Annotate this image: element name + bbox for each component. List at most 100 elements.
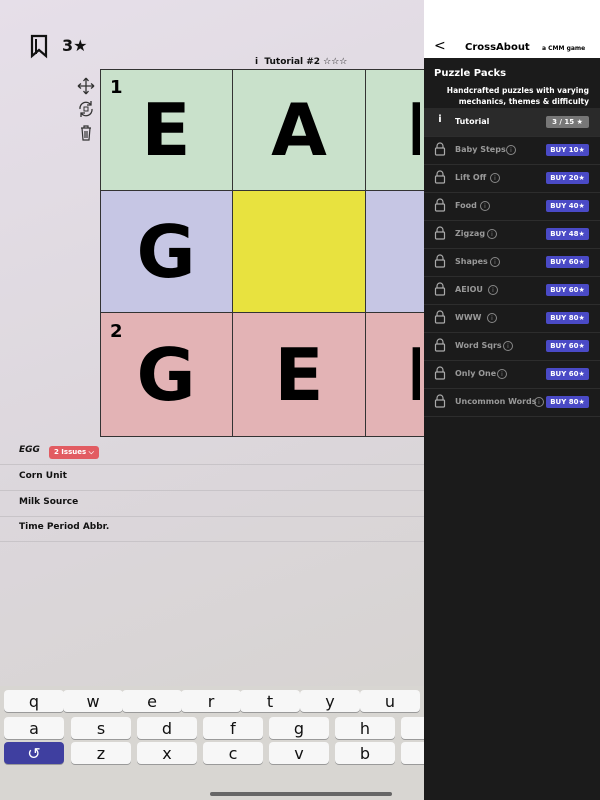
key-c[interactable]: c bbox=[203, 742, 263, 764]
back-icon[interactable]: < bbox=[434, 38, 446, 54]
key-e[interactable]: e bbox=[122, 690, 182, 712]
key-g[interactable]: g bbox=[269, 717, 329, 739]
pack-shapes[interactable]: Shapes i BUY 60★ bbox=[424, 248, 600, 277]
pack-food[interactable]: Food i BUY 40★ bbox=[424, 192, 600, 221]
pack-word-sqrs[interactable]: Word Sqrs i BUY 60★ bbox=[424, 332, 600, 361]
rotate-icon[interactable] bbox=[76, 99, 96, 119]
lock-icon bbox=[434, 394, 446, 408]
pack-aeiou[interactable]: AEIOU i BUY 60★ bbox=[424, 276, 600, 305]
buy-button[interactable]: BUY 60★ bbox=[546, 368, 589, 380]
buy-button[interactable]: BUY 80★ bbox=[546, 396, 589, 408]
cell-letter: A bbox=[271, 87, 327, 172]
key-partial[interactable] bbox=[401, 742, 424, 764]
buy-button[interactable]: BUY 60★ bbox=[546, 340, 589, 352]
info-icon[interactable]: i bbox=[255, 57, 258, 67]
app-subtitle: a CMM game bbox=[542, 45, 586, 52]
lock-icon bbox=[434, 226, 446, 240]
buy-button[interactable]: BUY 60★ bbox=[546, 256, 589, 268]
pack-zigzag[interactable]: Zigzag i BUY 48★ bbox=[424, 220, 600, 249]
info-icon[interactable]: i bbox=[487, 313, 497, 323]
lock-icon bbox=[434, 310, 446, 324]
issues-badge[interactable]: 2 Issues ⌵ bbox=[49, 446, 99, 459]
key-y[interactable]: y bbox=[300, 690, 360, 712]
undo-key[interactable]: ↺ bbox=[4, 742, 64, 764]
key-t[interactable]: t bbox=[240, 690, 300, 712]
key-w[interactable]: w bbox=[63, 690, 123, 712]
info-icon[interactable]: i bbox=[503, 341, 513, 351]
current-word: EGG bbox=[19, 445, 40, 455]
key-v[interactable]: v bbox=[269, 742, 329, 764]
cell-letter: G bbox=[136, 332, 196, 417]
key-u[interactable]: u bbox=[360, 690, 420, 712]
info-icon[interactable]: i bbox=[497, 369, 507, 379]
pack-www[interactable]: WWW i BUY 80★ bbox=[424, 304, 600, 333]
buy-button[interactable]: BUY 48★ bbox=[546, 228, 589, 240]
info-icon[interactable]: i bbox=[534, 397, 544, 407]
key-h[interactable]: h bbox=[335, 717, 395, 739]
cell-letter: E bbox=[141, 87, 191, 172]
info-icon[interactable]: i bbox=[490, 257, 500, 267]
bookmark-icon[interactable] bbox=[28, 34, 52, 60]
pack-tutorial[interactable]: i Tutorial 3 / 15 ★ bbox=[424, 108, 600, 137]
key-q[interactable]: q bbox=[4, 690, 64, 712]
home-indicator[interactable] bbox=[210, 792, 392, 796]
grid-cell[interactable]: E bbox=[233, 313, 366, 437]
pack-name: Word Sqrs bbox=[455, 341, 502, 350]
buy-button[interactable]: BUY 60★ bbox=[546, 284, 589, 296]
key-r[interactable]: r bbox=[181, 690, 241, 712]
packs-title: Puzzle Packs bbox=[434, 68, 507, 79]
grid-cell[interactable]: 2 G bbox=[100, 313, 233, 437]
puzzle-title: i Tutorial #2 ☆☆☆ bbox=[255, 57, 347, 67]
puzzle-packs-panel: < CrossAbout a CMM game Puzzle Packs Han… bbox=[424, 0, 600, 800]
cell-number: 1 bbox=[110, 77, 123, 98]
buy-button[interactable]: BUY 20★ bbox=[546, 172, 589, 184]
move-icon[interactable] bbox=[76, 76, 96, 96]
info-icon[interactable]: i bbox=[487, 229, 497, 239]
grid-cell[interactable]: G bbox=[100, 191, 233, 313]
pack-name: AEIOU bbox=[455, 285, 483, 294]
lock-icon bbox=[434, 254, 446, 268]
key-s[interactable]: s bbox=[71, 717, 131, 739]
lock-icon bbox=[434, 366, 446, 380]
lock-icon bbox=[434, 142, 446, 156]
app-title: CrossAbout bbox=[465, 42, 530, 53]
pack-name: Baby Steps bbox=[455, 145, 506, 154]
buy-button[interactable]: BUY 40★ bbox=[546, 200, 589, 212]
key-partial[interactable] bbox=[401, 717, 424, 739]
key-x[interactable]: x bbox=[137, 742, 197, 764]
cell-number: 2 bbox=[110, 321, 123, 342]
pack-lift-off[interactable]: Lift Off i BUY 20★ bbox=[424, 164, 600, 193]
clue-row[interactable]: Corn Unit bbox=[0, 465, 424, 491]
stars-count: 3★ bbox=[62, 36, 88, 55]
grid-cell[interactable]: 1 E bbox=[100, 69, 233, 191]
info-icon[interactable]: i bbox=[488, 285, 498, 295]
grid-cell-selected[interactable] bbox=[233, 191, 366, 313]
trash-icon[interactable] bbox=[76, 123, 96, 143]
pack-name: WWW bbox=[455, 313, 482, 322]
packs-description: Handcrafted puzzles with varying mechani… bbox=[446, 86, 589, 106]
pack-progress: 3 / 15 ★ bbox=[546, 116, 589, 128]
pack-only-one[interactable]: Only One i BUY 60★ bbox=[424, 360, 600, 389]
key-b[interactable]: b bbox=[335, 742, 395, 764]
lock-icon bbox=[434, 198, 446, 212]
info-icon[interactable]: i bbox=[480, 201, 490, 211]
grid-cell[interactable]: A bbox=[233, 69, 366, 191]
pack-baby-steps[interactable]: Baby Steps i BUY 10★ bbox=[424, 136, 600, 165]
pack-name: Shapes bbox=[455, 257, 488, 266]
info-icon[interactable]: i bbox=[490, 173, 500, 183]
info-icon[interactable]: i bbox=[506, 145, 516, 155]
lock-icon bbox=[434, 170, 446, 184]
clue-text: Corn Unit bbox=[19, 471, 67, 481]
clue-row[interactable]: Time Period Abbr. bbox=[0, 516, 424, 542]
pack-name: Tutorial bbox=[455, 117, 490, 126]
key-f[interactable]: f bbox=[203, 717, 263, 739]
panel-header: < CrossAbout a CMM game bbox=[424, 0, 600, 58]
pack-uncommon-words[interactable]: Uncommon Words i BUY 80★ bbox=[424, 388, 600, 417]
clue-text: Time Period Abbr. bbox=[19, 522, 110, 532]
clue-row[interactable]: Milk Source bbox=[0, 491, 424, 517]
key-a[interactable]: a bbox=[4, 717, 64, 739]
key-d[interactable]: d bbox=[137, 717, 197, 739]
buy-button[interactable]: BUY 80★ bbox=[546, 312, 589, 324]
key-z[interactable]: z bbox=[71, 742, 131, 764]
buy-button[interactable]: BUY 10★ bbox=[546, 144, 589, 156]
